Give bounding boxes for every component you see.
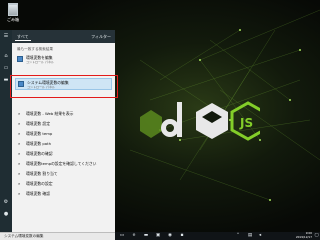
svg-text:JS: JS bbox=[239, 116, 253, 130]
recycle-bin[interactable]: ごみ箱 bbox=[6, 3, 20, 23]
edge-icon[interactable]: e bbox=[131, 233, 137, 239]
search-icon: ⌕ bbox=[18, 181, 21, 186]
search-query-text: システム環境変数の編集 bbox=[4, 234, 44, 238]
document-icon[interactable]: ▭ bbox=[3, 66, 9, 71]
tab-filter[interactable]: フィルター bbox=[91, 33, 111, 40]
suggestion-item[interactable]: ⌕ 環境変数の設定 bbox=[15, 180, 112, 187]
suggestion-text: 環境変数 path bbox=[26, 141, 52, 146]
nodejs-logo: JS bbox=[140, 101, 260, 141]
selection-highlight-box bbox=[10, 75, 118, 98]
taskbar: ▭ e ▬ ▣ ◉ ▪ ⌃ ▤ ◂ 9:00 2019/12/17 ▢ bbox=[115, 231, 320, 240]
task-view-icon[interactable]: ▭ bbox=[119, 233, 125, 239]
volume-icon[interactable]: ◂ bbox=[257, 233, 263, 239]
chrome-icon[interactable]: ◉ bbox=[167, 233, 173, 239]
taskbar-search-box[interactable]: システム環境変数の編集 bbox=[0, 232, 115, 240]
file-explorer-icon[interactable]: ▬ bbox=[143, 233, 149, 239]
system-tray-icon[interactable]: ⌃ bbox=[235, 233, 241, 239]
clock-date: 2019/12/17 bbox=[295, 234, 312, 239]
suggestion-text: 環境変数tempの設定を確認してください bbox=[26, 161, 97, 166]
terminal-icon[interactable]: ▪ bbox=[179, 233, 185, 239]
suggestion-text: 環境変数 設定 bbox=[26, 121, 50, 126]
result-edit-env-vars[interactable]: 環境変数を編集 コントロール パネル bbox=[15, 54, 112, 65]
suggestion-item[interactable]: ⌕ 環境変数 割り当て bbox=[15, 170, 112, 177]
notifications-icon[interactable]: ▢ bbox=[314, 233, 319, 239]
suggestion-text: 環境変数 割り当て bbox=[26, 171, 58, 176]
gear-icon[interactable]: ⚙ bbox=[3, 200, 9, 205]
suggestion-item[interactable]: ⌕ 環境変数 temp bbox=[15, 130, 112, 137]
taskbar-clock[interactable]: 9:00 2019/12/17 bbox=[295, 231, 312, 239]
recycle-bin-icon bbox=[8, 3, 18, 16]
control-panel-icon bbox=[17, 56, 23, 62]
suggestion-item[interactable]: ⌕ 環境変数 確認 bbox=[15, 190, 112, 197]
suggestion-item[interactable]: ⌕ 環境変数 設定 bbox=[15, 120, 112, 127]
suggestion-item[interactable]: ⌕ 環境変数tempの設定を確認してください bbox=[15, 160, 112, 167]
suggestion-text: 環境変数 確認 bbox=[26, 191, 50, 196]
suggestion-text: 環境変数の確認 bbox=[26, 151, 53, 156]
home-icon[interactable]: ⌂ bbox=[3, 54, 9, 59]
result-subtitle: コントロール パネル bbox=[26, 60, 54, 64]
search-icon: ⌕ bbox=[18, 121, 21, 126]
suggestion-text: 環境変数の設定 bbox=[26, 181, 53, 186]
suggestion-item[interactable]: ⌕ 環境変数 path bbox=[15, 140, 112, 147]
search-icon: ⌕ bbox=[18, 111, 21, 116]
search-icon: ⌕ bbox=[18, 151, 21, 156]
store-icon[interactable]: ▣ bbox=[155, 233, 161, 239]
best-match-heading: 最も一致する検索結果 bbox=[17, 47, 53, 51]
start-left-rail: ☰ ⌂ ▭ ▬ ⚙ ● bbox=[0, 30, 12, 232]
hamburger-icon[interactable]: ☰ bbox=[3, 34, 9, 39]
suggestion-text: 環境変数 - Web 結果を表示 bbox=[26, 111, 74, 116]
suggestion-item[interactable]: ⌕ 環境変数の確認 bbox=[15, 150, 112, 157]
search-icon: ⌕ bbox=[18, 191, 21, 196]
search-icon: ⌕ bbox=[18, 141, 21, 146]
user-icon[interactable]: ● bbox=[3, 212, 9, 217]
search-tabs-bar: すべて フィルター bbox=[12, 30, 115, 43]
search-results-panel: すべて フィルター 最も一致する検索結果 環境変数を編集 コントロール パネル … bbox=[12, 30, 115, 232]
folder-icon[interactable]: ▬ bbox=[3, 78, 9, 83]
search-icon: ⌕ bbox=[18, 131, 21, 136]
suggestion-item[interactable]: ⌕ 環境変数 - Web 結果を表示 bbox=[15, 110, 112, 117]
network-icon[interactable]: ▤ bbox=[247, 233, 253, 239]
suggestion-text: 環境変数 temp bbox=[26, 131, 53, 136]
search-icon: ⌕ bbox=[18, 171, 21, 176]
recycle-bin-label: ごみ箱 bbox=[7, 17, 19, 22]
tab-all[interactable]: すべて bbox=[15, 33, 31, 41]
search-icon: ⌕ bbox=[18, 161, 21, 166]
